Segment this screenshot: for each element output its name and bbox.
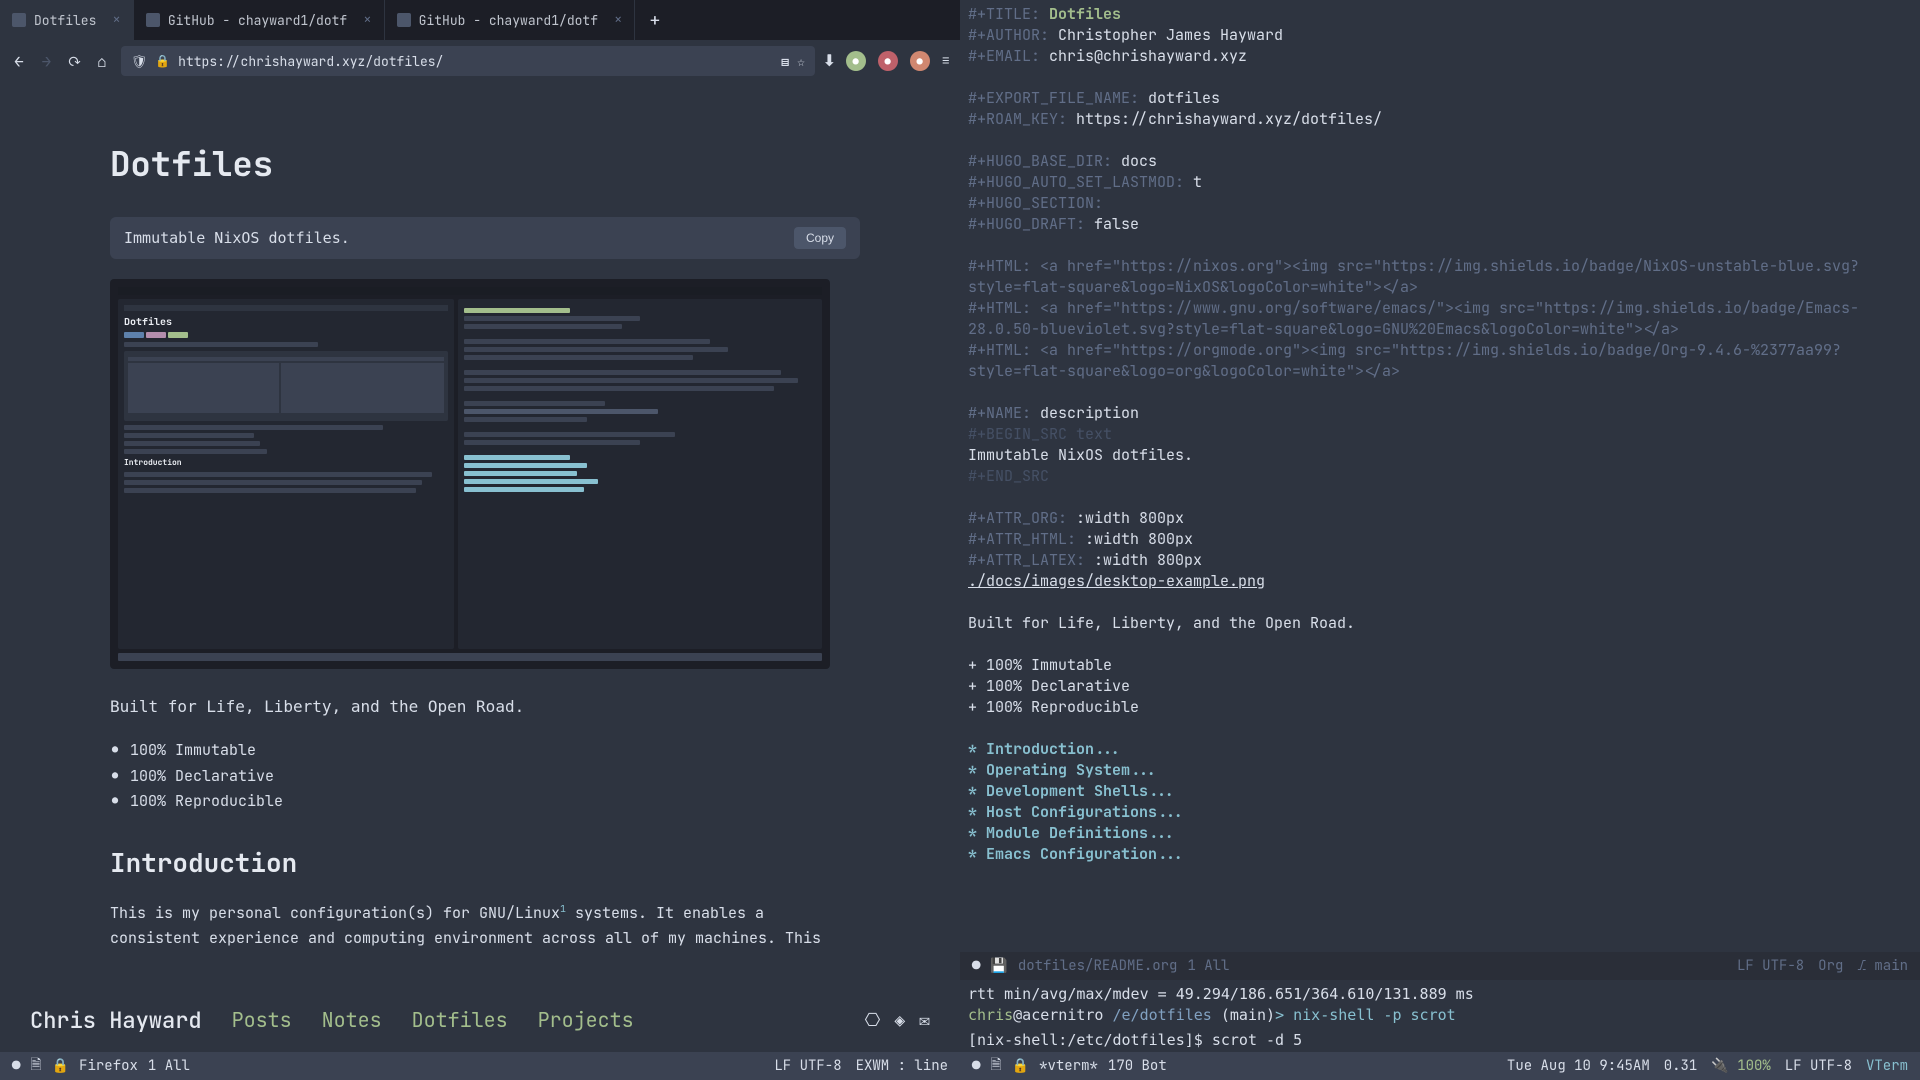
web-page-content: Dotfiles Immutable NixOS dotfiles. Copy … xyxy=(0,82,960,1002)
left-modeline: ● 🗎 🔒 Firefox 1 All LF UTF-8 EXWM : line xyxy=(0,1052,960,1080)
browser-tabs: Dotfiles × GitHub - chayward1/dotf × Git… xyxy=(0,0,960,40)
buffer-position: 1 All xyxy=(1187,957,1229,975)
close-icon[interactable]: × xyxy=(614,11,622,29)
close-icon[interactable]: × xyxy=(112,11,120,29)
reload-button[interactable]: ⟳ xyxy=(65,47,83,76)
url-text: https://chrishayward.xyz/dotfiles/ xyxy=(178,53,443,70)
code-text: Immutable NixOS dotfiles. xyxy=(124,229,350,247)
circle-icon: ● xyxy=(972,957,980,975)
lock-icon: 🔒 xyxy=(155,53,170,69)
datetime: Tue Aug 10 9:45AM xyxy=(1507,1057,1650,1075)
close-icon[interactable]: × xyxy=(363,11,371,29)
circle-icon: ● xyxy=(12,1057,20,1075)
ublock-icon[interactable]: ● xyxy=(878,51,898,71)
lock-icon: 🔒 xyxy=(1012,1057,1029,1075)
battery-status: 🔌 100% xyxy=(1711,1057,1770,1075)
tab-label: Dotfiles xyxy=(34,12,96,29)
code-block: Immutable NixOS dotfiles. Copy xyxy=(110,217,860,259)
lock-icon: 🔒 xyxy=(52,1057,69,1075)
terminal-prompt: chris@acernitro /e/dotfiles (main)> nix-… xyxy=(968,1005,1912,1026)
encoding: LF UTF-8 xyxy=(1737,957,1804,975)
nav-link-projects[interactable]: Projects xyxy=(538,1007,634,1033)
github-icon[interactable]: ⎔ xyxy=(865,1009,881,1032)
editor-modeline: ● 💾 dotfiles/README.org 1 All LF UTF-8 O… xyxy=(960,952,1920,980)
desktop-screenshot-image: Dotfiles xyxy=(110,279,830,669)
favicon-icon xyxy=(146,13,160,27)
list-item: 100% Declarative xyxy=(130,764,860,790)
list-item: 100% Immutable xyxy=(130,738,860,764)
major-mode: VTerm xyxy=(1866,1057,1908,1075)
major-mode: EXWM : line xyxy=(856,1057,948,1075)
save-icon: 💾 xyxy=(990,957,1007,975)
file-icon: 🗎 xyxy=(990,1054,1001,1078)
buffer-name: Firefox xyxy=(79,1057,138,1075)
pocket-icon[interactable]: ⬇ xyxy=(825,52,834,70)
back-button[interactable]: ← xyxy=(10,47,28,76)
buffer-position: 170 Bot xyxy=(1108,1057,1167,1075)
shield-icon[interactable]: 🛡 xyxy=(131,53,148,70)
terminal-modeline: ● 🗎 🔒 *vterm* 170 Bot Tue Aug 10 9:45AM … xyxy=(960,1052,1920,1080)
nav-link-notes[interactable]: Notes xyxy=(322,1007,382,1033)
browser-toolbar: ← → ⟳ ⌂ 🛡 🔒 https://chrishayward.xyz/dot… xyxy=(0,40,960,82)
feature-list: 100% Immutable 100% Declarative 100% Rep… xyxy=(110,738,860,815)
tab-dotfiles[interactable]: Dotfiles × xyxy=(0,0,134,40)
nav-link-dotfiles[interactable]: Dotfiles xyxy=(412,1007,508,1033)
tab-label: GitHub - chayward1/dotf xyxy=(168,12,347,29)
home-button[interactable]: ⌂ xyxy=(93,47,111,76)
encoding: LF UTF-8 xyxy=(774,1057,841,1075)
new-tab-button[interactable]: + xyxy=(635,9,674,32)
reader-icon[interactable]: ▤ xyxy=(781,53,789,70)
bookmark-icon[interactable]: ☆ xyxy=(797,53,805,70)
tab-label: GitHub - chayward1/dotf xyxy=(419,12,598,29)
terminal[interactable]: rtt min/avg/max/mdev = 49.294/186.651/36… xyxy=(960,980,1920,1052)
org-editor[interactable]: #+TITLE: Dotfiles#+AUTHOR: Christopher J… xyxy=(960,0,1920,952)
page-title: Dotfiles xyxy=(110,142,860,187)
forward-button[interactable]: → xyxy=(38,47,56,76)
tab-github-1[interactable]: GitHub - chayward1/dotf × xyxy=(134,0,385,40)
file-icon: 🗎 xyxy=(30,1054,41,1078)
extension-icon[interactable]: ● xyxy=(910,51,930,71)
git-branch: ⎇ main xyxy=(1857,957,1908,975)
major-mode: Org xyxy=(1818,957,1843,975)
body-text: This is my personal configuration(s) for… xyxy=(110,900,860,952)
gitlab-icon[interactable]: ◈ xyxy=(894,1009,905,1032)
tagline: Built for Life, Liberty, and the Open Ro… xyxy=(110,697,860,716)
terminal-output: rtt min/avg/max/mdev = 49.294/186.651/36… xyxy=(968,984,1912,1005)
terminal-prompt: [nix-shell:/etc/dotfiles]$ scrot -d 5 xyxy=(968,1030,1912,1051)
favicon-icon xyxy=(397,13,411,27)
site-brand[interactable]: Chris Hayward xyxy=(30,1006,202,1035)
section-heading: Introduction xyxy=(110,845,860,880)
menu-icon[interactable]: ≡ xyxy=(942,52,950,70)
list-item: 100% Reproducible xyxy=(130,789,860,815)
buffer-position: 1 All xyxy=(148,1057,190,1075)
encoding: LF UTF-8 xyxy=(1785,1057,1852,1075)
extension-icon[interactable]: ● xyxy=(846,51,866,71)
circle-icon: ● xyxy=(972,1057,980,1075)
buffer-file: dotfiles/README.org xyxy=(1018,957,1178,975)
buffer-name: *vterm* xyxy=(1039,1057,1098,1075)
load-avg: 0.31 xyxy=(1664,1057,1698,1075)
email-icon[interactable]: ✉ xyxy=(919,1009,930,1032)
url-bar[interactable]: 🛡 🔒 https://chrishayward.xyz/dotfiles/ ▤… xyxy=(121,46,815,76)
nav-link-posts[interactable]: Posts xyxy=(232,1007,292,1033)
tab-github-2[interactable]: GitHub - chayward1/dotf × xyxy=(385,0,636,40)
favicon-icon xyxy=(12,13,26,27)
site-footer-nav: Chris Hayward Posts Notes Dotfiles Proje… xyxy=(0,1002,960,1038)
copy-button[interactable]: Copy xyxy=(794,227,846,249)
